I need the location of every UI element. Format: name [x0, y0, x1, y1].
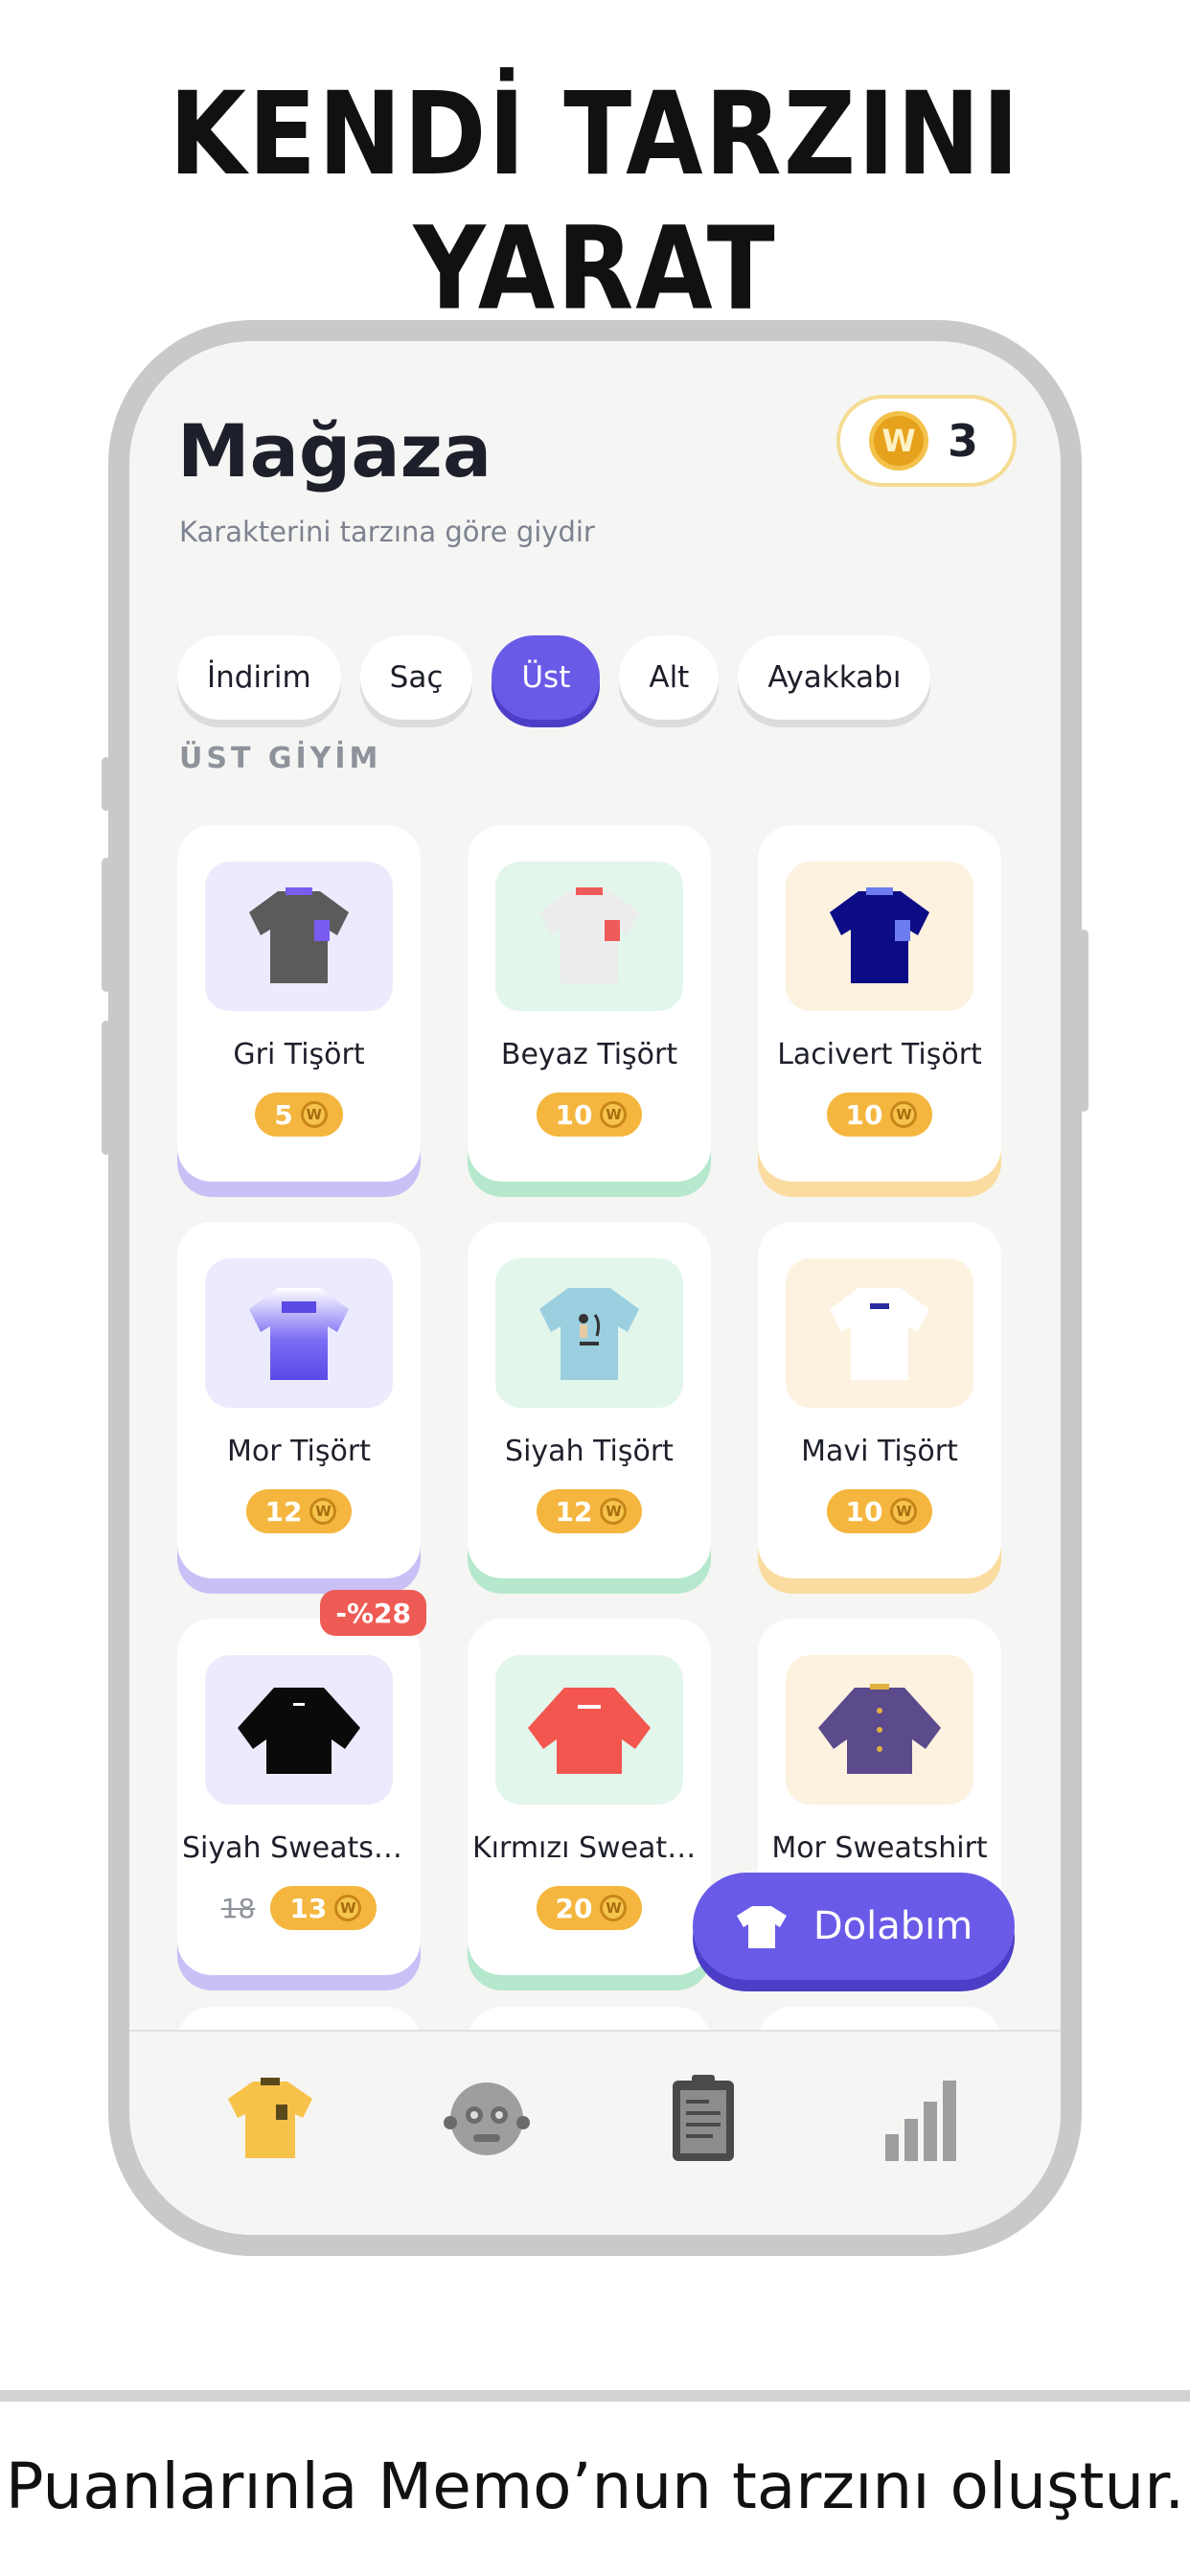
section-title: ÜST GİYİM: [179, 742, 382, 775]
product-grid: Gri Tişört 5W Beyaz Tişört 10W Lacivert: [177, 825, 1001, 2004]
notes-icon: [673, 2075, 734, 2161]
tab-sac[interactable]: Saç: [359, 635, 473, 720]
product-card[interactable]: Siyah Tişört 12 W: [468, 1222, 711, 1578]
product-name: Mavi Tişört: [801, 1435, 958, 1468]
coin-icon: W: [600, 1498, 628, 1525]
product-thumbnail: [495, 862, 683, 1011]
price-badge[interactable]: 13 W: [270, 1886, 378, 1930]
product-name: Kırmızı Sweatshirt: [472, 1831, 706, 1865]
product-card[interactable]: Beyaz Tişört 10 W: [468, 825, 711, 1182]
product-card[interactable]: Kırmızı Sweatshirt 20 W: [468, 1619, 711, 1975]
wardrobe-button[interactable]: Dolabım: [693, 1873, 1015, 1980]
product-thumbnail: [786, 1258, 973, 1408]
tab-alt[interactable]: Alt: [619, 635, 720, 720]
headline: KENDİ TARZINI YARAT: [169, 66, 1021, 336]
tab-ust[interactable]: Üst: [492, 635, 601, 720]
coin-icon: W: [869, 411, 928, 471]
product-thumbnail: [205, 862, 393, 1011]
discount-badge: -%28: [320, 1590, 426, 1636]
old-price: 18: [220, 1892, 256, 1924]
page-subtitle: Karakterini tarzına göre giydir: [179, 516, 595, 548]
product-card[interactable]: Lacivert Tişört 10 W: [758, 825, 1001, 1182]
coin-icon: W: [300, 1101, 328, 1128]
tshirt-icon: [830, 887, 929, 983]
product-name: Siyah Tişört: [505, 1435, 674, 1468]
product-thumbnail: [205, 1258, 393, 1408]
product-name: Lacivert Tişört: [777, 1038, 982, 1071]
store-screen: Mağaza Karakterini tarzına göre giydir W…: [129, 341, 1061, 2235]
product-thumbnail: [205, 1655, 393, 1805]
caption: Puanlarınla Memo’nun tarzını oluştur.: [5, 2450, 1185, 2523]
page-title: Mağaza: [177, 408, 492, 494]
product-card[interactable]: Gri Tişört 5W: [177, 825, 421, 1182]
tab-ayakkabi[interactable]: Ayakkabı: [738, 635, 931, 720]
price-badge[interactable]: 12 W: [245, 1489, 353, 1533]
price-badge[interactable]: 5W: [255, 1092, 343, 1137]
nav-notes[interactable]: [651, 2066, 756, 2172]
coin-balance[interactable]: W 3: [836, 395, 1017, 487]
wardrobe-button-label: Dolabım: [812, 1904, 973, 1948]
product-card[interactable]: -%28 Siyah Sweatshirt 18 13 W: [177, 1590, 426, 1975]
nav-store[interactable]: [217, 2066, 323, 2172]
tshirt-icon: [249, 887, 349, 983]
tshirt-icon: [736, 1906, 787, 1948]
shirt-icon: [228, 2078, 312, 2158]
product-card[interactable]: Mor Tişört 12 W: [177, 1222, 421, 1578]
price-badge[interactable]: 10 W: [826, 1092, 933, 1137]
nav-character[interactable]: [434, 2066, 539, 2172]
character-icon: [444, 2082, 530, 2155]
tshirt-icon: [249, 1288, 349, 1380]
price-badge[interactable]: 10 W: [826, 1489, 933, 1533]
bottom-navigation: [129, 2030, 1061, 2235]
stats-icon: [885, 2081, 956, 2161]
tshirt-icon: [539, 1288, 639, 1380]
coin-icon: W: [890, 1498, 918, 1525]
price-badge[interactable]: 10 W: [536, 1092, 643, 1137]
product-name: Siyah Sweatshirt: [182, 1831, 416, 1865]
tshirt-icon: [830, 1288, 929, 1380]
product-name: Gri Tişört: [233, 1038, 365, 1071]
coin-icon: W: [890, 1101, 918, 1128]
sweatshirt-icon: [818, 1684, 941, 1774]
coin-count: 3: [948, 415, 979, 467]
product-thumbnail: [786, 1655, 973, 1805]
coin-icon: W: [600, 1101, 628, 1128]
product-thumbnail: [786, 862, 973, 1011]
product-card[interactable]: Mavi Tişört 10 W: [758, 1222, 1001, 1578]
product-thumbnail: [495, 1655, 683, 1805]
price-badge[interactable]: 12 W: [536, 1489, 643, 1533]
product-name: Mor Sweatshirt: [771, 1831, 988, 1865]
nav-stats[interactable]: [867, 2066, 973, 2172]
coin-icon: W: [334, 1895, 362, 1921]
tshirt-icon: [539, 887, 639, 983]
sweatshirt-icon: [528, 1688, 651, 1774]
price-badge[interactable]: 20 W: [536, 1886, 643, 1930]
category-tabs: İndirim Saç Üst Alt Ayakkabı: [177, 635, 931, 720]
phone-frame: Mağaza Karakterini tarzına göre giydir W…: [108, 320, 1082, 2256]
coin-icon: W: [309, 1498, 337, 1525]
tab-indirim[interactable]: İndirim: [177, 635, 341, 720]
product-thumbnail: [495, 1258, 683, 1408]
product-name: Beyaz Tişört: [500, 1038, 678, 1071]
coin-icon: W: [600, 1895, 628, 1921]
sweatshirt-icon: [238, 1688, 360, 1774]
product-name: Mor Tişört: [227, 1435, 371, 1468]
divider: [0, 2390, 1190, 2402]
